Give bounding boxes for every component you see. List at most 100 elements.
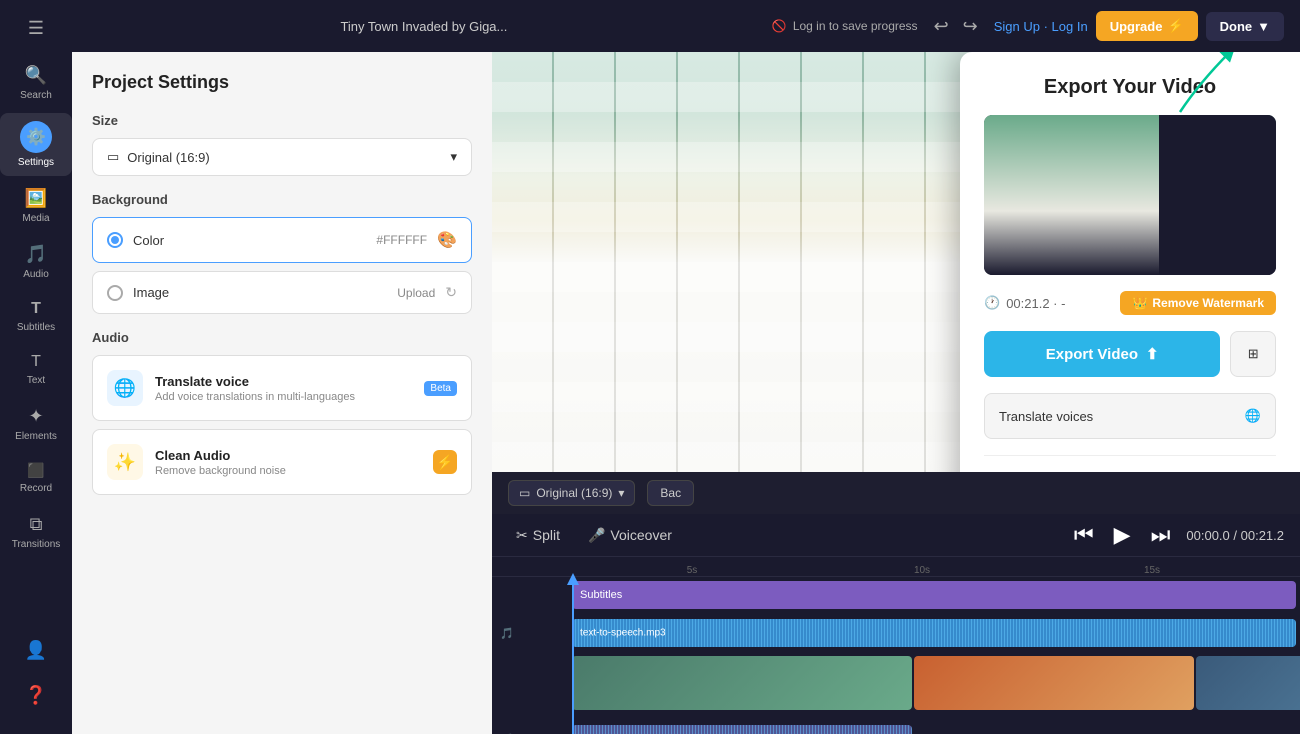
profile-icon: 👤 (25, 640, 47, 661)
translate-icon: 🌐 (1245, 408, 1261, 424)
sidebar-item-media[interactable]: 🖼️ Media (0, 180, 72, 232)
size-select[interactable]: ▭ Original (16:9) ▾ (92, 138, 472, 176)
color-picker-icon[interactable]: 🎨 (437, 230, 457, 250)
sidebar-item-search[interactable]: 🔍 Search (0, 57, 72, 109)
clean-audio-icon: ✨ (107, 444, 143, 480)
hamburger-icon[interactable]: ☰ (28, 18, 44, 39)
chevron-down-icon: ▼ (1257, 19, 1270, 34)
sidebar-item-label: Settings (18, 157, 54, 168)
video-clip-2[interactable] (914, 656, 1194, 710)
clean-audio-info: Clean Audio Remove background noise (155, 448, 421, 477)
play-button[interactable]: ▶ (1110, 522, 1135, 548)
export-panel: Export Your Video 🕐 00:21.2 · - 👑 (960, 52, 1300, 472)
video-clips-row (492, 653, 1300, 719)
split-button[interactable]: ✂ Split (508, 523, 568, 548)
radio-inner (111, 236, 119, 244)
settings-icon-circle: ⚙️ (20, 121, 52, 153)
done-button[interactable]: Done ▼ (1206, 12, 1284, 41)
panel-title: Project Settings (92, 72, 472, 93)
image-radio[interactable] (107, 285, 123, 301)
color-option[interactable]: Color #FFFFFF 🎨 (92, 217, 472, 263)
search-icon: 🔍 (25, 65, 47, 86)
auth-links[interactable]: Sign Up · Log In (994, 19, 1088, 34)
clean-audio-card[interactable]: ✨ Clean Audio Remove background noise ⚡ (92, 429, 472, 495)
audio-label: Audio (92, 330, 472, 345)
current-time: 00:00.0 (1186, 528, 1229, 543)
sidebar-item-record[interactable]: ⬛ Record (0, 454, 72, 502)
sidebar-item-profile[interactable]: 👤 (21, 632, 51, 669)
export-video-label: Export Video (1046, 346, 1138, 363)
no-save-icon: 🚫 (772, 19, 787, 33)
topbar-right: Sign Up · Log In Upgrade ⚡ Done ▼ (994, 11, 1284, 41)
save-warning: 🚫 Log in to save progress (772, 19, 918, 33)
tts-audio-bar[interactable]: text-to-speech.mp3 (572, 619, 1296, 647)
skip-forward-button[interactable]: ⏭ (1147, 522, 1175, 548)
sidebar-item-settings[interactable]: ⚙️ Settings (0, 113, 72, 176)
tts-track-row: 🎵 text-to-speech.mp3 (492, 615, 1300, 651)
image-option[interactable]: Image Upload ↻ (92, 271, 472, 314)
elements-icon: ✦ (28, 406, 43, 427)
aspect-ratio-value: Original (16:9) (536, 486, 612, 500)
translate-voice-desc: Add voice translations in multi-language… (155, 391, 412, 403)
color-radio[interactable] (107, 232, 123, 248)
sidebar-item-label: Search (20, 90, 52, 101)
ruler-mark-5s: 5s (687, 565, 698, 576)
upload-button[interactable]: Upload (397, 286, 435, 300)
size-select-inner: ▭ Original (16:9) (107, 149, 210, 165)
subtitle-label: Subtitles (580, 589, 622, 601)
translate-voice-card[interactable]: 🌐 Translate voice Add voice translations… (92, 355, 472, 421)
redo-button[interactable]: ↪ (959, 12, 982, 41)
color-value: #FFFFFF (376, 233, 427, 247)
upgrade-badge-audio[interactable]: ⚡ (433, 450, 457, 474)
skip-back-button[interactable]: ⏮ (1070, 522, 1098, 548)
video-clip-3[interactable] (1196, 656, 1300, 710)
export-time: 🕐 00:21.2 · - (984, 295, 1065, 311)
sidebar-bottom: 👤 ❓ (21, 632, 51, 724)
record-icon: ⬛ (27, 462, 44, 479)
sidebar-item-help[interactable]: ❓ (21, 677, 51, 714)
subtitle-track-bar[interactable]: Subtitles (572, 581, 1296, 609)
sidebar-item-transitions[interactable]: ⧉ Transitions (0, 506, 72, 558)
sidebar-item-audio[interactable]: 🎵 Audio (0, 236, 72, 288)
timeline-tracks[interactable]: 5s 10s 15s (492, 557, 1300, 734)
timeline-ruler: 5s 10s 15s (492, 557, 1300, 577)
clean-audio-name: Clean Audio (155, 448, 421, 463)
split-icon: ✂ (516, 527, 528, 544)
sidebar-item-label: Media (22, 213, 49, 224)
tts-label: text-to-speech.mp3 (580, 628, 666, 639)
export-video-button[interactable]: Export Video ⬆ (984, 331, 1220, 377)
sidebar-item-subtitles[interactable]: T Subtitles (0, 292, 72, 341)
tracks-inner: 5s 10s 15s (492, 557, 1300, 734)
sidebar-top: ☰ (0, 10, 72, 53)
crown-icon: 👑 (1132, 296, 1147, 310)
nav-arrows: ↩ ↪ (930, 12, 982, 41)
subtitle-track-content: Subtitles (572, 577, 1300, 613)
remove-watermark-button[interactable]: 👑 Remove Watermark (1120, 291, 1276, 315)
video-clip-1[interactable] (572, 656, 912, 710)
lounge-audio-bar[interactable]: Audio Lounge Beat 30 Sec.mp3 (572, 725, 912, 734)
back-button[interactable]: Bac (647, 480, 694, 506)
audio-icon: 🎵 (25, 244, 47, 265)
upgrade-button[interactable]: Upgrade ⚡ (1096, 11, 1198, 41)
transitions-icon: ⧉ (30, 514, 43, 535)
undo-button[interactable]: ↩ (930, 12, 953, 41)
aspect-icon: ▭ (519, 486, 530, 500)
music-icon: 🎵 (500, 627, 514, 640)
aspect-ratio-selector[interactable]: ▭ Original (16:9) ▾ (508, 480, 635, 506)
sidebar-item-text[interactable]: T Text (0, 345, 72, 394)
export-options-button[interactable]: ⊞ (1230, 331, 1276, 377)
sidebar-item-elements[interactable]: ✦ Elements (0, 398, 72, 450)
sidebar-item-label: Record (20, 483, 52, 494)
settings-panel: Project Settings Size ▭ Original (16:9) … (72, 52, 492, 734)
translate-voice-icon: 🌐 (107, 370, 143, 406)
subtitles-icon: T (31, 300, 41, 318)
preview-timeline-container: Export Your Video 🕐 00:21.2 · - 👑 (492, 52, 1300, 734)
bolt-icon: ⚡ (1167, 18, 1183, 34)
translate-voice-info: Translate voice Add voice translations i… (155, 374, 412, 403)
timeline-area: ✂ Split 🎤 Voiceover ⏮ ▶ ⏭ 00:00.0 / 0 (492, 514, 1300, 734)
main-area: Tiny Town Invaded by Giga... 🚫 Log in to… (72, 0, 1300, 734)
translate-voices-button[interactable]: Translate voices 🌐 (984, 393, 1276, 439)
size-label: Size (92, 113, 472, 128)
voiceover-button[interactable]: 🎤 Voiceover (580, 523, 680, 548)
sidebar-item-label: Transitions (12, 539, 61, 550)
